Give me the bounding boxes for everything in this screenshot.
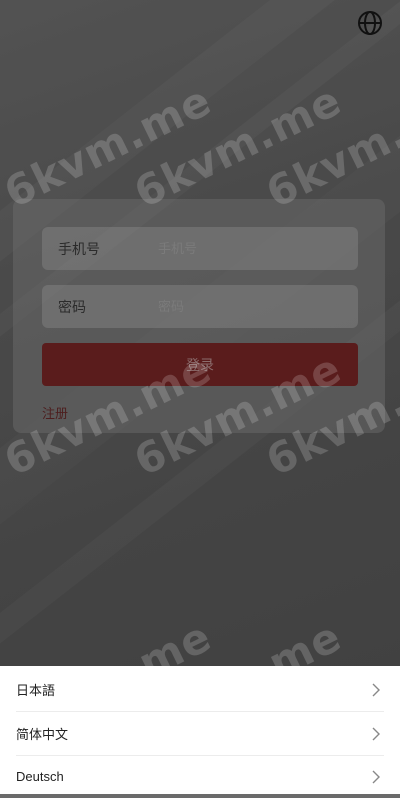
password-input[interactable] — [156, 290, 350, 323]
chevron-right-icon — [372, 727, 380, 740]
language-option-japanese[interactable]: 日本語 — [16, 668, 384, 712]
login-button[interactable]: 登录 — [42, 343, 358, 386]
chevron-right-icon — [372, 770, 380, 783]
language-option-label: 简体中文 — [16, 727, 69, 742]
password-label: 密码 — [58, 298, 86, 315]
chevron-right-icon — [372, 683, 380, 696]
language-option-label: 日本語 — [16, 683, 56, 698]
globe-icon[interactable] — [357, 10, 383, 36]
language-option-label: Deutsch — [16, 769, 64, 784]
globe-icon-graphic — [358, 11, 382, 35]
language-sheet: 日本語 简体中文 Deutsch — [0, 666, 400, 794]
language-option-simplified-chinese[interactable]: 简体中文 — [16, 712, 384, 756]
phone-input[interactable] — [156, 232, 350, 265]
phone-label: 手机号 — [58, 240, 100, 257]
register-link[interactable]: 注册 — [42, 403, 68, 422]
language-option-german[interactable]: Deutsch — [16, 755, 384, 798]
login-card: 手机号 密码 登录 注册 — [13, 199, 385, 433]
phone-field: 手机号 — [42, 227, 358, 270]
password-field: 密码 — [42, 285, 358, 328]
